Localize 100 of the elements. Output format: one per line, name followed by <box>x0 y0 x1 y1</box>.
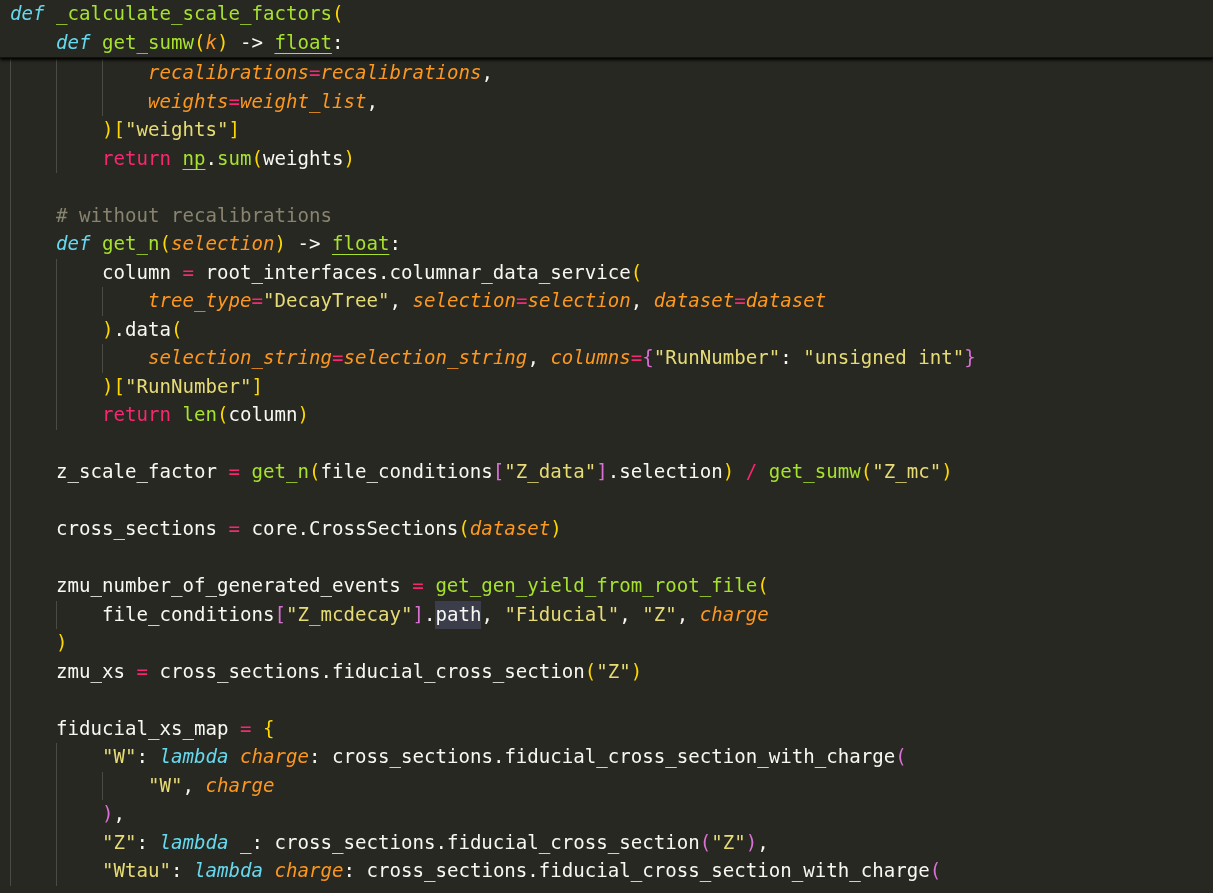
bracket: ] <box>228 117 240 143</box>
code-text: cross_sections <box>56 516 217 542</box>
keyword: return <box>102 402 172 428</box>
function-name: sum <box>216 145 252 172</box>
bracket: ) <box>550 516 562 542</box>
bracket: ( <box>159 231 171 257</box>
operator: = <box>227 459 241 485</box>
bracket: ) <box>722 459 735 485</box>
string-literal: "RunNumber" <box>653 345 781 371</box>
function-name: get_n <box>251 459 309 485</box>
bracket: ] <box>596 459 608 485</box>
code-text: , <box>366 88 378 115</box>
operator: = <box>228 88 240 115</box>
parameter: tree_type <box>148 288 252 314</box>
string-literal: "Z" <box>102 829 137 856</box>
code-text: column <box>102 259 171 286</box>
code-text: zmu_xs <box>56 658 125 685</box>
string-literal: "Z" <box>711 829 746 856</box>
bracket: { <box>262 715 275 742</box>
code-text: : <box>331 29 344 56</box>
parameter: k <box>205 29 217 56</box>
code-text: : <box>389 231 401 257</box>
code-text: . <box>205 145 217 172</box>
parameter: charge <box>699 601 769 628</box>
code-text: z_scale_factor <box>56 459 217 485</box>
parameter: charge <box>274 858 344 884</box>
string-literal: "Z_data" <box>504 459 597 485</box>
operator: = <box>238 715 253 742</box>
bracket: ) <box>941 459 953 485</box>
code-text: fiducial_xs_map <box>56 715 229 742</box>
keyword: def <box>56 29 92 56</box>
bracket: ) <box>630 658 643 685</box>
bracket: ) <box>343 145 355 172</box>
operator: = <box>630 345 643 371</box>
string-literal: "unsigned int" <box>803 345 965 371</box>
code-text: file_conditions <box>102 601 275 628</box>
string-literal: "weights" <box>125 117 229 143</box>
bracket: [ <box>492 459 505 485</box>
code-text: , <box>481 60 493 86</box>
operator: = <box>227 516 241 542</box>
keyword: def <box>10 1 46 27</box>
code-text: -> <box>238 29 264 56</box>
parameter: recalibrations <box>148 60 309 86</box>
code-text: , <box>113 801 125 827</box>
string-literal: "Z" <box>642 601 677 628</box>
bracket: ( <box>458 516 470 542</box>
code-text: , <box>527 345 540 371</box>
code-text: .data <box>113 316 171 343</box>
bracket: ( <box>895 744 907 770</box>
bracket: ( <box>860 459 873 485</box>
bracket: ( <box>699 829 712 856</box>
bracket: ( <box>193 29 206 56</box>
code-text: zmu_number_of_generated_events <box>56 573 401 599</box>
code-text: : <box>171 858 184 884</box>
type-name: np <box>182 145 206 172</box>
parameter: selection <box>412 288 516 314</box>
parameter: selection <box>527 288 631 314</box>
operator: = <box>251 288 263 314</box>
function-name: get_gen_yield_from_root_file <box>435 573 758 599</box>
bracket: ( <box>757 573 769 599</box>
string-literal: "Fiducial" <box>504 601 620 628</box>
bracket: ( <box>630 259 643 286</box>
code-text: weights <box>262 145 344 172</box>
function-name: get_sumw <box>102 29 194 56</box>
bracket: ( <box>216 402 229 428</box>
bracket: ) <box>102 316 114 343</box>
code-text: , <box>757 829 769 856</box>
bracket: ] <box>412 601 424 628</box>
bracket: [ <box>113 373 125 400</box>
parameter: dataset <box>745 288 827 314</box>
type-name: float <box>331 231 390 257</box>
string-literal: "W" <box>102 744 137 770</box>
bracket: [ <box>274 601 286 628</box>
code-text: -> <box>296 231 322 257</box>
operator: = <box>734 288 746 314</box>
code-text: : cross_sections.fiducial_cross_section_with_charge <box>343 858 930 884</box>
string-literal: "Z" <box>596 658 631 685</box>
code-text: , <box>182 772 195 799</box>
function-name: len <box>182 402 217 428</box>
code-text: _: cross_sections.fiducial_cross_section <box>239 829 700 856</box>
code-comment: # without recalibrations <box>56 202 332 229</box>
bracket: ) <box>216 29 229 56</box>
bracket: ] <box>251 373 263 400</box>
string-literal: "Z_mc" <box>872 459 942 485</box>
type-name: float <box>274 29 332 56</box>
parameter: columns <box>550 345 631 371</box>
parameter: selection_string <box>148 345 332 371</box>
bracket: ) <box>102 373 114 400</box>
code-text: core.CrossSections <box>251 516 459 542</box>
parameter: dataset <box>653 288 735 314</box>
function-name: get_n <box>102 231 160 257</box>
string-literal: "Wtau" <box>102 858 171 884</box>
keyword: lambda <box>159 829 230 856</box>
parameter: recalibrations <box>320 60 482 86</box>
string-literal: "RunNumber" <box>125 373 252 400</box>
bracket: } <box>964 345 976 371</box>
code-text: , <box>630 288 644 314</box>
function-name: _calculate_scale_factors <box>56 1 332 27</box>
bracket: ) <box>56 630 68 656</box>
function-name: get_sumw <box>768 459 861 485</box>
